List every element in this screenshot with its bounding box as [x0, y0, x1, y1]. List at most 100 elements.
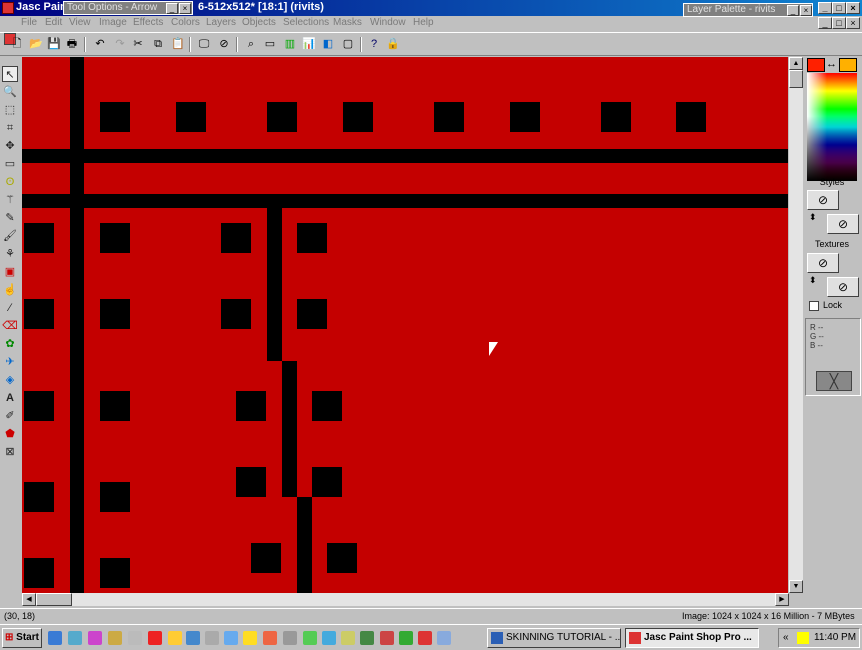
menu-image[interactable]: Image	[99, 17, 127, 28]
doc-restore-button[interactable]: □	[832, 17, 846, 29]
quicklaunch-icon[interactable]	[399, 631, 413, 645]
tool-options-window[interactable]: Tool Options - Arrow _ ×	[63, 1, 193, 15]
tray-expand-icon[interactable]: «	[783, 632, 789, 643]
draw-tool-icon[interactable]: ✐	[2, 408, 18, 424]
deformation-tool-icon[interactable]: ⬚	[2, 102, 18, 118]
vertical-scrollbar[interactable]: ▲ ▼	[789, 57, 803, 593]
save-icon[interactable]: 💾	[46, 36, 62, 52]
taskbar-item-skinning-tutorial[interactable]: SKINNING TUTORIAL - ...	[487, 628, 621, 648]
menu-objects[interactable]: Objects	[242, 17, 276, 28]
dropper-tool-icon[interactable]: ✎	[2, 210, 18, 226]
print-icon[interactable]: 🖶	[64, 36, 80, 52]
object-selector-tool-icon[interactable]: ⊠	[2, 444, 18, 460]
cut-icon[interactable]: ✂	[130, 36, 146, 52]
quicklaunch-icon[interactable]	[186, 631, 200, 645]
text-tool-icon[interactable]: A	[2, 390, 18, 406]
menu-file[interactable]: File	[21, 17, 37, 28]
outlook-express-icon[interactable]	[68, 631, 82, 645]
toggle-layer-palette-icon[interactable]: ◧	[320, 36, 336, 52]
taskbar-item-paint-shop-pro[interactable]: Jasc Paint Shop Pro ...	[625, 628, 759, 648]
styles-fill-null-icon[interactable]: ⊘	[827, 214, 859, 234]
toggle-tool-options-icon[interactable]: ▭	[262, 36, 278, 52]
scratch-remover-tool-icon[interactable]: ∕	[2, 300, 18, 316]
airbrush-tool-icon[interactable]: ✈	[2, 354, 18, 370]
quicklaunch-icon[interactable]	[283, 631, 297, 645]
doc-close-button[interactable]: ×	[846, 17, 860, 29]
menu-edit[interactable]: Edit	[45, 17, 62, 28]
quicklaunch-icon[interactable]	[108, 631, 122, 645]
background-color-swatch[interactable]	[839, 58, 857, 72]
lock-checkbox[interactable]	[809, 301, 819, 311]
styles-null-icon[interactable]: ⊘	[807, 190, 839, 210]
layer-palette-window[interactable]: Layer Palette - rivits _ ×	[683, 3, 813, 17]
quicklaunch-icon[interactable]	[263, 631, 277, 645]
scroll-left-button[interactable]: ◀	[22, 593, 36, 606]
quicklaunch-icon[interactable]	[380, 631, 394, 645]
lasso-tool-icon[interactable]: ʘ	[2, 174, 18, 190]
quicklaunch-icon[interactable]	[128, 631, 142, 645]
arrow-tool-icon[interactable]: ↖	[2, 66, 18, 82]
context-help-icon[interactable]: ?	[366, 36, 382, 52]
doc-minimize-button[interactable]: _	[818, 17, 832, 29]
clock[interactable]: 11:40 PM	[814, 632, 856, 643]
quicklaunch-icon[interactable]	[341, 631, 355, 645]
magic-wand-tool-icon[interactable]: ⚚	[2, 192, 18, 208]
normal-viewing-icon[interactable]: ⊘	[216, 36, 232, 52]
undo-icon[interactable]: ↶	[92, 36, 108, 52]
retouch-tool-icon[interactable]: ☝	[2, 282, 18, 298]
menu-selections[interactable]: Selections	[283, 17, 329, 28]
tool-options-close-button[interactable]: ×	[179, 3, 191, 14]
image-canvas[interactable]	[22, 57, 788, 593]
vertical-scroll-thumb[interactable]	[789, 70, 803, 88]
swap-colors-icon[interactable]: ↔	[826, 58, 837, 70]
paint-brush-tool-icon[interactable]: 🖌	[2, 228, 18, 244]
crop-tool-icon[interactable]: ⌗	[2, 120, 18, 136]
color-replacer-tool-icon[interactable]: ▣	[2, 264, 18, 280]
zoom-tool-icon[interactable]: 🔍	[2, 84, 18, 100]
scroll-up-button[interactable]: ▲	[789, 57, 803, 70]
menu-colors[interactable]: Colors	[171, 17, 200, 28]
menu-help[interactable]: Help	[413, 17, 434, 28]
quicklaunch-icon[interactable]	[360, 631, 374, 645]
foreground-color-swatch[interactable]	[807, 58, 825, 72]
picture-tube-tool-icon[interactable]: ✿	[2, 336, 18, 352]
tray-app-icon[interactable]	[797, 632, 809, 644]
copy-icon[interactable]: ⧉	[150, 36, 166, 52]
open-folder-icon[interactable]: 📂	[28, 36, 44, 52]
menu-view[interactable]: View	[69, 17, 91, 28]
quicklaunch-icon[interactable]	[243, 631, 257, 645]
eraser-tool-icon[interactable]: ⌫	[2, 318, 18, 334]
lock-toolbar-icon[interactable]: 🔒	[385, 36, 401, 52]
layer-palette-minimize-button[interactable]: _	[787, 5, 799, 16]
layer-palette-close-button[interactable]: ×	[800, 5, 812, 16]
menu-layers[interactable]: Layers	[206, 17, 236, 28]
new-file-icon[interactable]: 🗋	[9, 36, 25, 52]
quicklaunch-icon[interactable]	[88, 631, 102, 645]
color-picker-spectrum[interactable]	[807, 73, 857, 181]
quicklaunch-icon[interactable]	[437, 631, 451, 645]
paste-icon[interactable]: 📋	[170, 36, 186, 52]
quicklaunch-icon[interactable]	[148, 631, 162, 645]
toggle-color-palette-icon[interactable]: ▥	[282, 36, 298, 52]
textures-fill-null-icon[interactable]: ⊘	[827, 277, 859, 297]
scroll-down-button[interactable]: ▼	[789, 580, 803, 593]
mover-tool-icon[interactable]: ✥	[2, 138, 18, 154]
minimize-button[interactable]: _	[818, 2, 832, 14]
horizontal-scrollbar[interactable]: ◀ ▶	[22, 593, 789, 606]
selection-tool-icon[interactable]: ▭	[2, 156, 18, 172]
quicklaunch-icon[interactable]	[205, 631, 219, 645]
browse-icon[interactable]: ⌕	[243, 36, 259, 52]
redo-icon[interactable]: ↷	[112, 36, 128, 52]
toggle-overview-icon[interactable]: ▢	[340, 36, 356, 52]
menu-effects[interactable]: Effects	[133, 17, 163, 28]
menu-window[interactable]: Window	[370, 17, 406, 28]
internet-explorer-icon[interactable]	[48, 631, 62, 645]
quicklaunch-icon[interactable]	[418, 631, 432, 645]
swap-styles-icon[interactable]: ⬍	[809, 212, 817, 223]
clone-brush-tool-icon[interactable]: ⚘	[2, 246, 18, 262]
horizontal-scroll-thumb[interactable]	[36, 593, 72, 606]
scroll-right-button[interactable]: ▶	[775, 593, 789, 606]
quicklaunch-icon[interactable]	[224, 631, 238, 645]
flood-fill-tool-icon[interactable]: ◈	[2, 372, 18, 388]
quicklaunch-icon[interactable]	[168, 631, 182, 645]
